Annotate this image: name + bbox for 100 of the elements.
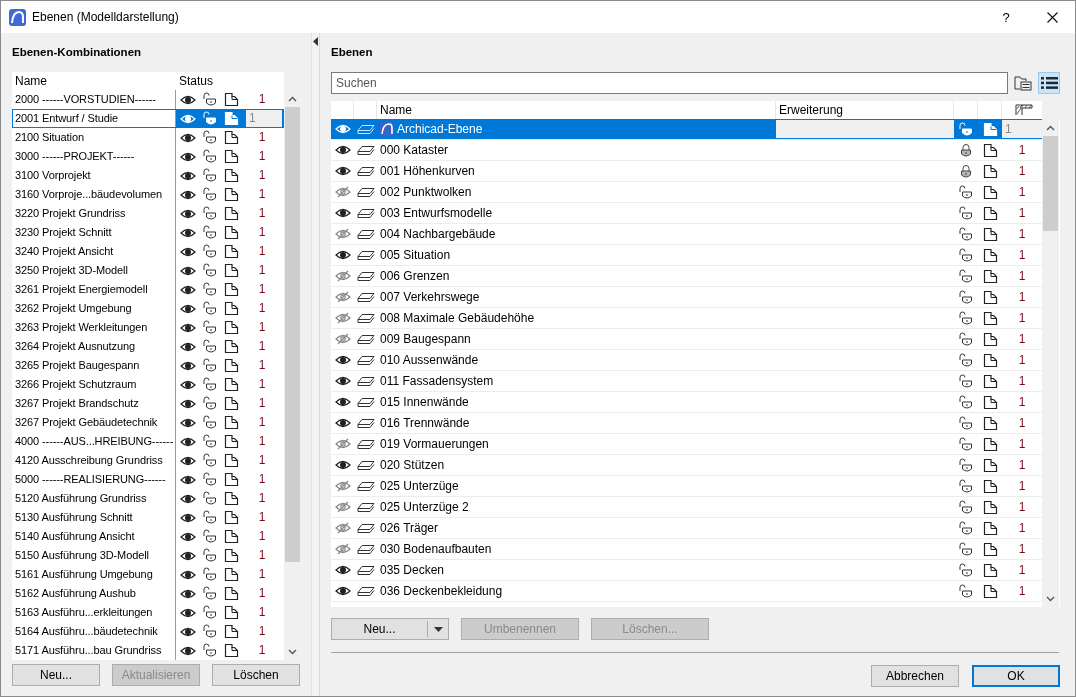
open-padlock-icon[interactable] xyxy=(959,562,973,578)
layer-row[interactable]: 015 Innenwände 1 xyxy=(331,392,1042,413)
combination-row[interactable]: 3250 Projekt 3D-Modell 1 xyxy=(12,261,284,280)
open-padlock-icon[interactable] xyxy=(203,415,217,430)
eye-icon[interactable] xyxy=(180,587,196,600)
hidden-eye-icon[interactable] xyxy=(334,480,351,492)
open-padlock-icon[interactable] xyxy=(203,586,217,601)
list-view-button[interactable] xyxy=(1038,72,1060,94)
combination-row[interactable]: 5000 ------REALISIERUNG------ 1 xyxy=(12,470,284,489)
open-padlock-icon[interactable] xyxy=(203,168,217,183)
combination-row[interactable]: 3220 Projekt Grundriss 1 xyxy=(12,204,284,223)
open-padlock-icon[interactable] xyxy=(959,520,973,536)
column-header[interactable]: Erweiterung xyxy=(776,101,954,119)
eye-icon[interactable] xyxy=(180,644,196,657)
hidden-eye-icon[interactable] xyxy=(334,186,351,198)
layer-row[interactable]: 008 Maximale Gebäudehöhe 1 xyxy=(331,308,1042,329)
eye-icon[interactable] xyxy=(180,131,196,144)
dialog-button[interactable]: OK xyxy=(972,665,1060,687)
column-header[interactable] xyxy=(1002,101,1042,119)
open-padlock-icon[interactable] xyxy=(959,436,973,452)
open-padlock-icon[interactable] xyxy=(959,352,973,368)
layer-file-icon[interactable] xyxy=(224,339,239,354)
open-padlock-icon[interactable] xyxy=(203,434,217,449)
open-padlock-icon[interactable] xyxy=(203,149,217,164)
action-button[interactable]: Neu... xyxy=(12,664,100,686)
open-padlock-icon[interactable] xyxy=(203,529,217,544)
layer-file-icon[interactable] xyxy=(224,510,239,525)
action-button[interactable]: Löschen xyxy=(212,664,300,686)
combination-row[interactable]: 2100 Situation 1 xyxy=(12,128,284,147)
open-padlock-icon[interactable] xyxy=(203,130,217,145)
combination-row[interactable]: 3100 Vorprojekt 1 xyxy=(12,166,284,185)
eye-icon[interactable] xyxy=(180,416,196,429)
eye-icon[interactable] xyxy=(334,375,351,387)
combination-row[interactable]: 3265 Projekt Baugespann 1 xyxy=(12,356,284,375)
layer-file-icon[interactable] xyxy=(224,377,239,392)
open-padlock-icon[interactable] xyxy=(959,268,973,284)
layer-file-icon[interactable] xyxy=(982,583,998,599)
hidden-eye-icon[interactable] xyxy=(334,522,351,534)
layer-file-icon[interactable] xyxy=(224,358,239,373)
combination-row[interactable]: 5130 Ausführung Schnitt 1 xyxy=(12,508,284,527)
combination-row[interactable]: 3267 Projekt Gebäudetechnik 1 xyxy=(12,413,284,432)
layer-file-icon[interactable] xyxy=(982,478,998,494)
layer-file-icon[interactable] xyxy=(224,567,239,582)
combination-row[interactable]: 3230 Projekt Schnitt 1 xyxy=(12,223,284,242)
eye-icon[interactable] xyxy=(180,302,196,315)
layer-file-icon[interactable] xyxy=(224,548,239,563)
layer-file-icon[interactable] xyxy=(982,142,998,158)
open-padlock-icon[interactable] xyxy=(959,289,973,305)
layer-row[interactable]: 004 Nachbargebäude 1 xyxy=(331,224,1042,245)
dialog-button[interactable]: Abbrechen xyxy=(871,665,959,687)
layer-file-icon[interactable] xyxy=(224,263,239,278)
layer-file-icon[interactable] xyxy=(224,396,239,411)
hidden-eye-icon[interactable] xyxy=(334,291,351,303)
caret-icon[interactable] xyxy=(433,626,443,632)
help-button[interactable]: ? xyxy=(983,1,1029,33)
eye-icon[interactable] xyxy=(180,321,196,334)
open-padlock-icon[interactable] xyxy=(959,541,973,557)
layer-row[interactable]: 009 Baugespann 1 xyxy=(331,329,1042,350)
eye-icon[interactable] xyxy=(334,165,351,177)
layer-file-icon[interactable] xyxy=(224,605,239,620)
open-padlock-icon[interactable] xyxy=(203,339,217,354)
combination-row[interactable]: 5150 Ausführung 3D-Modell 1 xyxy=(12,546,284,565)
combination-row[interactable]: 5161 Ausführung Umgebung 1 xyxy=(12,565,284,584)
layer-file-icon[interactable] xyxy=(224,206,239,221)
open-padlock-icon[interactable] xyxy=(203,282,217,297)
eye-icon[interactable] xyxy=(180,435,196,448)
eye-icon[interactable] xyxy=(180,549,196,562)
combination-row[interactable]: 5164 Ausführu...bäudetechnik 1 xyxy=(12,622,284,641)
combination-row[interactable]: 5140 Ausführung Ansicht 1 xyxy=(12,527,284,546)
eye-icon[interactable] xyxy=(180,378,196,391)
layer-row[interactable]: 026 Träger 1 xyxy=(331,518,1042,539)
combination-row[interactable]: 3262 Projekt Umgebung 1 xyxy=(12,299,284,318)
eye-icon[interactable] xyxy=(334,585,351,597)
layer-row[interactable]: 010 Aussenwände 1 xyxy=(331,350,1042,371)
combination-row[interactable]: 5162 Ausführung Aushub 1 xyxy=(12,584,284,603)
open-padlock-icon[interactable] xyxy=(203,225,217,240)
open-padlock-icon[interactable] xyxy=(203,472,217,487)
open-padlock-icon[interactable] xyxy=(203,92,217,107)
eye-icon[interactable] xyxy=(334,459,351,471)
open-padlock-icon[interactable] xyxy=(203,263,217,278)
layer-file-icon[interactable] xyxy=(224,320,239,335)
combination-row[interactable]: 3264 Projekt Ausnutzung 1 xyxy=(12,337,284,356)
eye-icon[interactable] xyxy=(180,359,196,372)
eye-icon[interactable] xyxy=(180,397,196,410)
eye-icon[interactable] xyxy=(180,454,196,467)
layer-file-icon[interactable] xyxy=(982,415,998,431)
open-padlock-icon[interactable] xyxy=(203,301,217,316)
open-padlock-icon[interactable] xyxy=(959,373,973,389)
eye-icon[interactable] xyxy=(180,188,196,201)
layer-file-icon[interactable] xyxy=(982,352,998,368)
scrollbar-thumb[interactable] xyxy=(285,107,300,562)
eye-icon[interactable] xyxy=(180,473,196,486)
open-padlock-icon[interactable] xyxy=(203,491,217,506)
open-padlock-icon[interactable] xyxy=(203,643,217,658)
eye-icon[interactable] xyxy=(180,340,196,353)
eye-icon[interactable] xyxy=(180,207,196,220)
layer-row[interactable]: 036 Deckenbekleidung 1 xyxy=(331,581,1042,602)
layer-row[interactable]: 003 Entwurfsmodelle 1 xyxy=(331,203,1042,224)
eye-icon[interactable] xyxy=(180,625,196,638)
column-header[interactable]: Status xyxy=(176,72,284,90)
